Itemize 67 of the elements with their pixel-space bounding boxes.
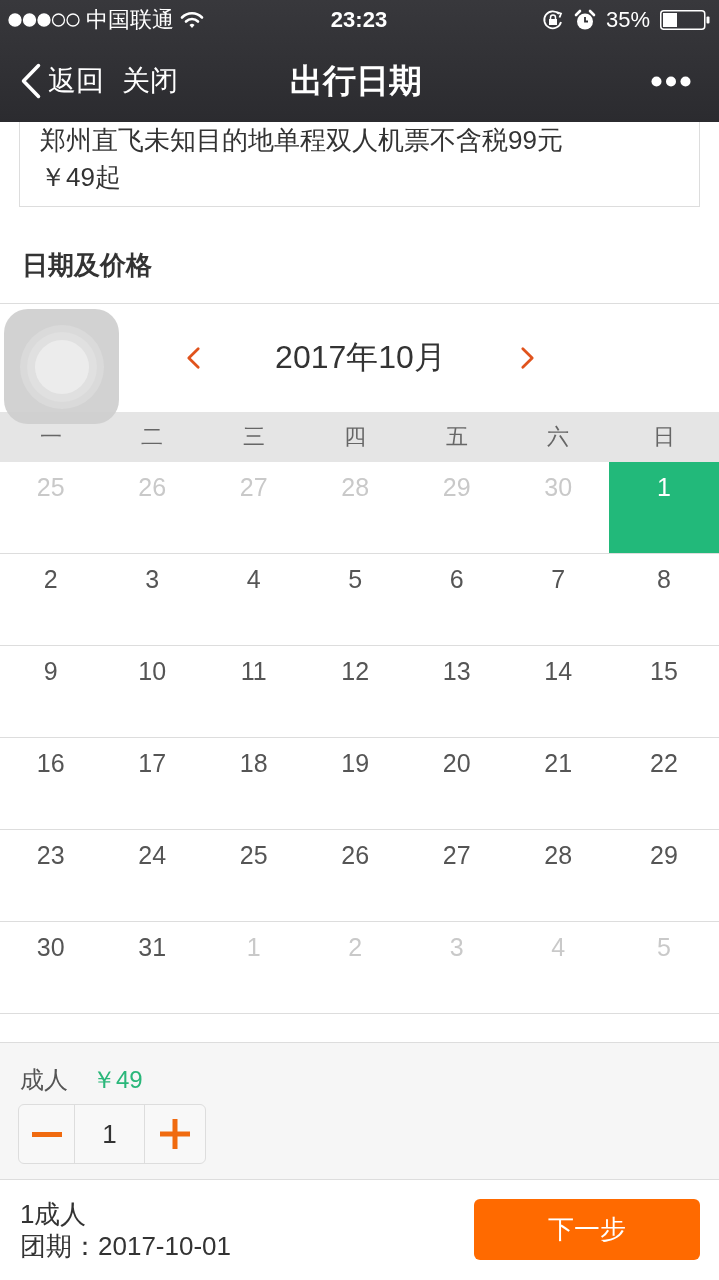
calendar-day[interactable]: 20 xyxy=(406,738,508,829)
weekday-label: 一 xyxy=(38,423,63,451)
more-icon xyxy=(651,75,691,87)
calendar-day[interactable]: 4 xyxy=(203,554,305,645)
calendar-day[interactable]: 3 xyxy=(101,554,203,645)
more-button[interactable] xyxy=(651,75,691,87)
month-title: 2017年10月 xyxy=(275,338,446,377)
page-title: 出行日期 xyxy=(289,60,422,101)
calendar-day[interactable]: 23 xyxy=(0,830,102,921)
ticket-type-label: 成人 xyxy=(20,1065,68,1095)
calendar-day[interactable]: 24 xyxy=(101,830,203,921)
calendar-day[interactable]: 9 xyxy=(0,646,102,737)
calendar-day[interactable]: 29 xyxy=(609,830,719,921)
minus-icon xyxy=(31,1131,62,1137)
calendar-day[interactable]: 6 xyxy=(406,554,508,645)
calendar-day[interactable]: 21 xyxy=(507,738,609,829)
calendar-day[interactable]: 5 xyxy=(304,554,406,645)
calendar-day[interactable]: 15 xyxy=(609,646,719,737)
calendar-day[interactable]: 11 xyxy=(203,646,305,737)
traveler-count: 1成人 xyxy=(20,1197,88,1230)
plus-icon xyxy=(160,1119,190,1149)
alarm-clock-icon xyxy=(573,9,596,31)
calendar-day[interactable]: 12 xyxy=(304,646,406,737)
rotation-lock-icon xyxy=(541,9,564,31)
wifi-icon xyxy=(180,11,204,29)
calendar-day[interactable]: 7 xyxy=(507,554,609,645)
product-price: ￥49起 xyxy=(40,161,122,194)
calendar-day[interactable]: 22 xyxy=(609,738,719,829)
chevron-right-icon xyxy=(519,346,535,370)
calendar-day[interactable]: 30 xyxy=(0,922,102,1013)
chevron-left-icon xyxy=(20,62,42,100)
section-title: 日期及价格 xyxy=(0,207,719,304)
calendar-day[interactable]: 18 xyxy=(203,738,305,829)
calendar-day[interactable]: 28 xyxy=(507,830,609,921)
product-title: 郑州直飞未知目的地单程双人机票不含税99元 xyxy=(40,124,564,157)
next-month-button[interactable] xyxy=(519,346,535,370)
weekday-label: 三 xyxy=(241,423,266,451)
previous-month-button[interactable] xyxy=(186,346,202,370)
calendar-day[interactable]: 27 xyxy=(406,830,508,921)
calendar-day[interactable]: 19 xyxy=(304,738,406,829)
weekday-label: 日 xyxy=(652,423,676,451)
calendar-day[interactable]: 17 xyxy=(101,738,203,829)
weekday-label: 五 xyxy=(444,423,469,451)
close-button[interactable]: 关闭 xyxy=(122,62,178,100)
carrier-name: 中国联通 xyxy=(86,6,174,34)
ticket-price: ￥49 xyxy=(92,1065,143,1095)
calendar-day[interactable]: 25 xyxy=(203,830,305,921)
signal-strength-icon xyxy=(8,13,80,27)
weekday-label: 四 xyxy=(343,423,368,451)
weekday-label: 六 xyxy=(546,423,571,451)
battery-percentage: 35% xyxy=(605,7,650,33)
chevron-left-icon xyxy=(186,346,202,370)
calendar-day[interactable]: 14 xyxy=(507,646,609,737)
back-button[interactable]: 返回 xyxy=(20,62,104,100)
calendar-day[interactable]: 16 xyxy=(0,738,102,829)
calendar-day[interactable]: 10 xyxy=(101,646,203,737)
calendar-day[interactable]: 31 xyxy=(101,922,203,1013)
quantity-value[interactable]: 1 xyxy=(75,1105,145,1163)
weekday-label: 二 xyxy=(140,423,165,451)
battery-icon xyxy=(660,10,710,30)
calendar-day[interactable]: 8 xyxy=(609,554,719,645)
tour-date: 团期：2017-10-01 xyxy=(20,1229,231,1262)
calendar-day[interactable]: 13 xyxy=(406,646,508,737)
circle-icon xyxy=(19,324,104,409)
calendar-day[interactable]: 2 xyxy=(0,554,102,645)
calendar-day[interactable]: 26 xyxy=(304,830,406,921)
status-time: 23:23 xyxy=(330,7,388,33)
